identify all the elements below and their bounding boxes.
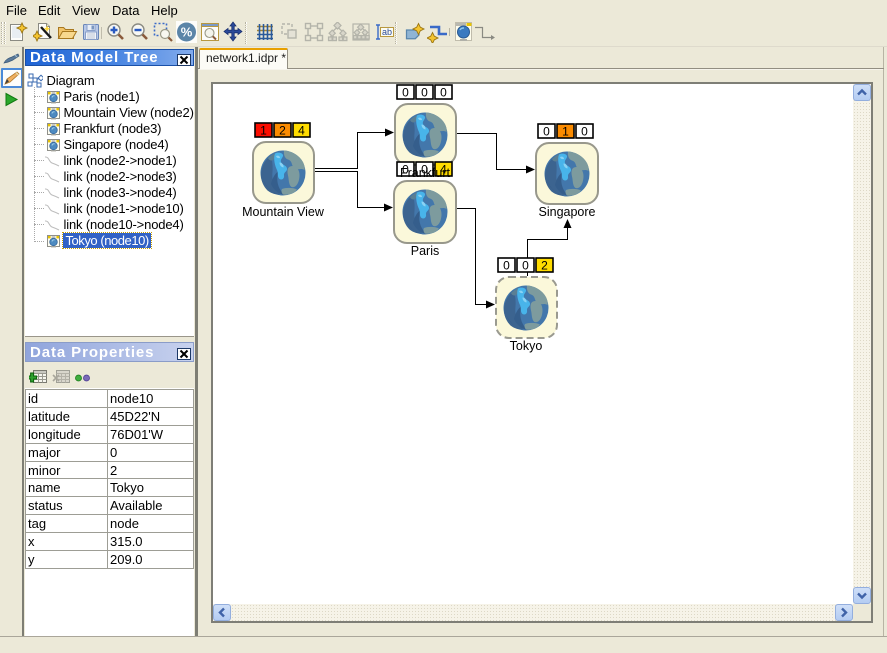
svg-text:0: 0 [581, 125, 588, 139]
svg-text:Singapore: Singapore [539, 205, 596, 219]
svg-text:Mountain View: Mountain View [242, 205, 325, 219]
svg-text:2: 2 [279, 124, 286, 138]
svg-text:4: 4 [298, 124, 305, 138]
svg-text:0: 0 [503, 259, 510, 273]
svg-text:%: % [181, 25, 193, 40]
svg-text:1: 1 [260, 124, 267, 138]
svg-text:0: 0 [522, 259, 529, 273]
svg-text:Tokyo: Tokyo [510, 339, 543, 353]
svg-text:0: 0 [421, 86, 428, 100]
svg-text:0: 0 [402, 86, 409, 100]
svg-text:0: 0 [440, 86, 447, 100]
svg-text:Paris: Paris [411, 244, 439, 258]
svg-text:1: 1 [562, 125, 569, 139]
svg-text:ab: ab [382, 27, 392, 37]
svg-text:0: 0 [543, 125, 550, 139]
svg-text:Frankfurt: Frankfurt [400, 166, 451, 180]
svg-text:2: 2 [541, 259, 548, 273]
